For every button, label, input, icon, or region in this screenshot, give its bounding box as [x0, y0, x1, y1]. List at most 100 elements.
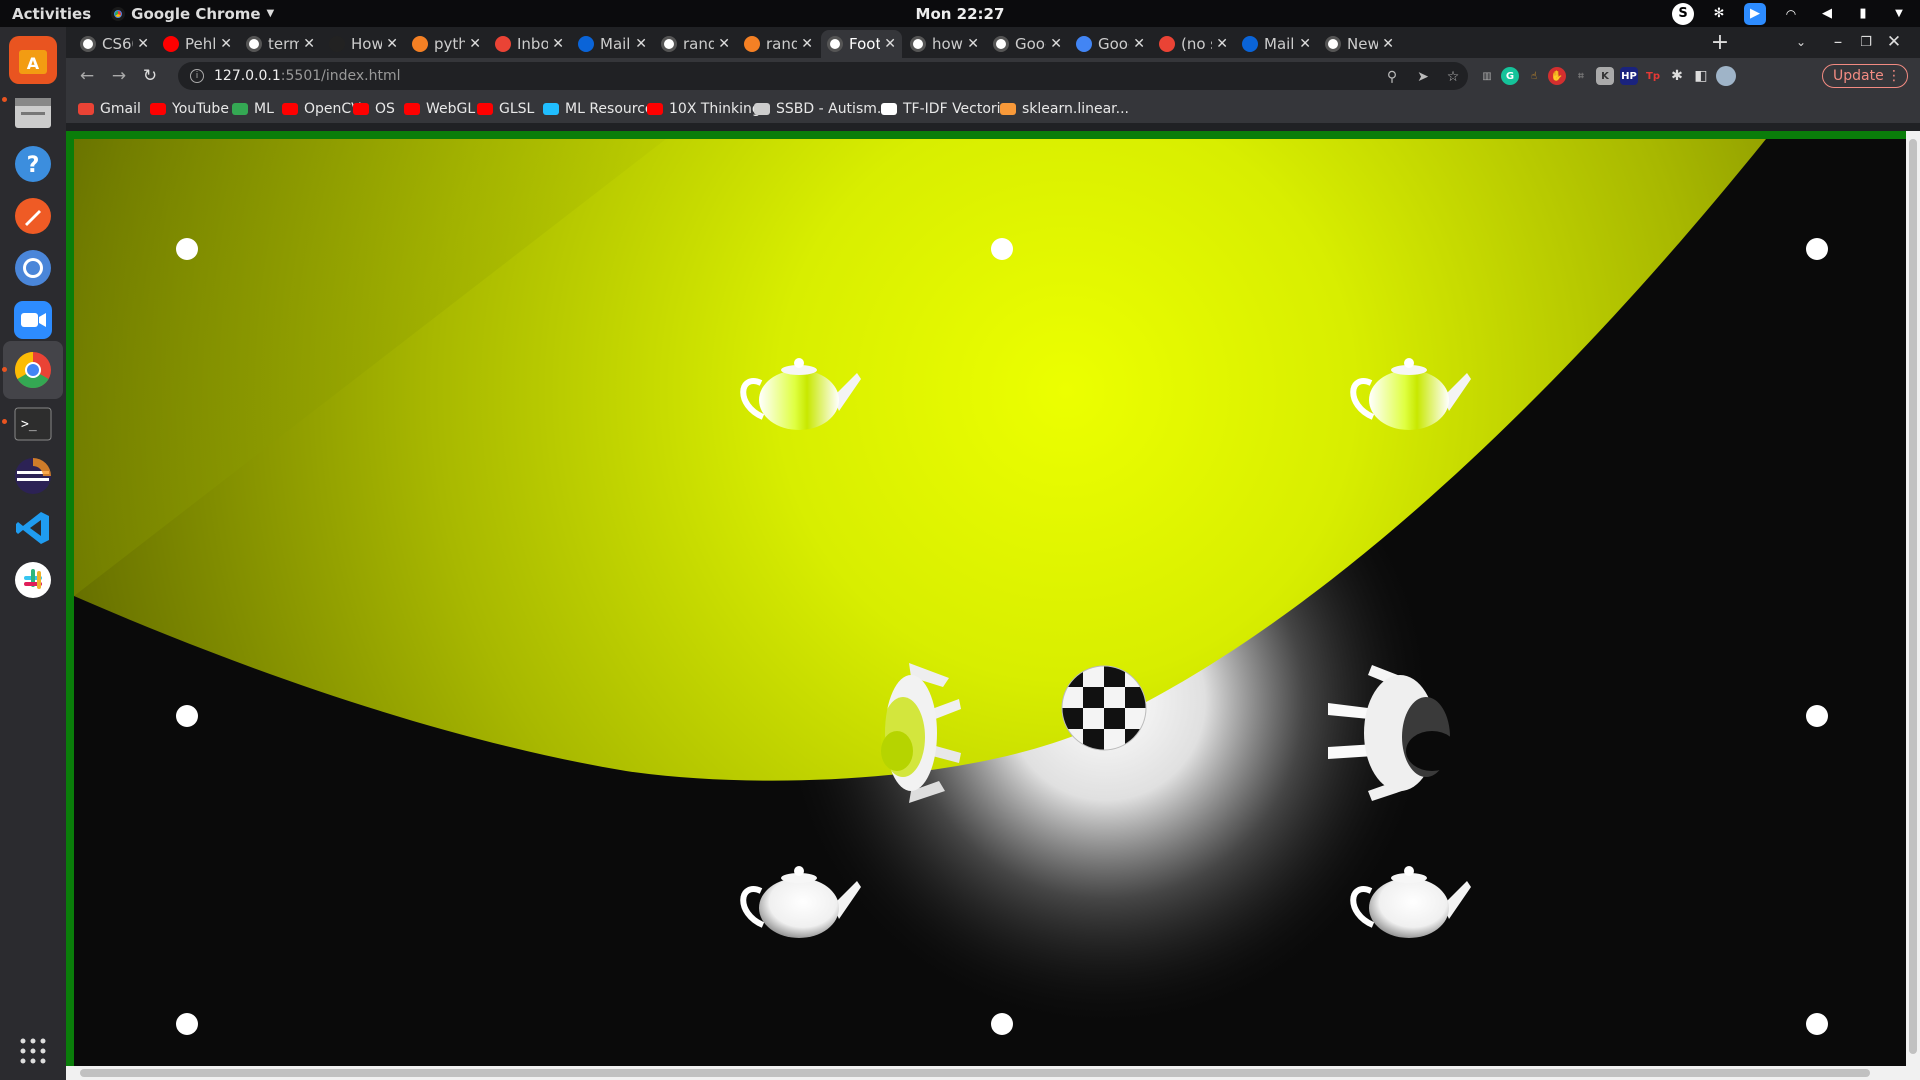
bookmark-8[interactable]: ML Resources	[543, 99, 661, 119]
extension-grey-icon[interactable]: ⌗	[1572, 67, 1590, 85]
tab-5[interactable]: pytho✕	[406, 30, 487, 58]
slack-tray-icon[interactable]: ✻	[1708, 3, 1730, 25]
tab-11[interactable]: how ✕	[904, 30, 985, 58]
tab-3[interactable]: term ✕	[240, 30, 321, 58]
bookmark-4[interactable]: OpenCV	[282, 99, 361, 119]
back-button[interactable]: ←	[76, 65, 98, 87]
close-tab-icon[interactable]: ✕	[967, 36, 979, 52]
battery-icon[interactable]: ▮	[1852, 3, 1874, 25]
close-tab-icon[interactable]: ✕	[137, 36, 149, 52]
app-menu[interactable]: Google Chrome ▼	[111, 5, 274, 23]
horizontal-scrollbar[interactable]	[66, 1066, 1906, 1080]
tab-9[interactable]: rand ✕	[738, 30, 819, 58]
tab-10[interactable]: Footl✕	[821, 30, 902, 58]
extension-k-icon[interactable]: K	[1596, 67, 1614, 85]
close-tab-icon[interactable]: ✕	[718, 36, 730, 52]
tab-6[interactable]: Inbox✕	[489, 30, 570, 58]
forward-button[interactable]: →	[108, 65, 130, 87]
zoom-icon[interactable]: ⚲	[1383, 68, 1401, 86]
bookmark-2[interactable]: YouTube	[150, 99, 229, 119]
update-button[interactable]: Update ⋮	[1822, 64, 1908, 88]
tab-12[interactable]: Goog✕	[987, 30, 1068, 58]
skype-icon[interactable]: S	[1672, 2, 1694, 25]
menu-dots-icon[interactable]: ⋮	[1887, 68, 1901, 84]
extensions-puzzle-icon[interactable]: ✱	[1668, 67, 1686, 85]
close-tab-icon[interactable]: ✕	[1382, 36, 1394, 52]
vertical-scrollbar[interactable]	[1906, 131, 1920, 1080]
close-tab-icon[interactable]: ✕	[1299, 36, 1311, 52]
grammarly-icon[interactable]: G	[1501, 67, 1519, 85]
files-icon[interactable]	[9, 88, 57, 136]
close-tab-icon[interactable]: ✕	[1216, 36, 1228, 52]
close-tab-icon[interactable]: ✕	[884, 36, 896, 52]
tab-16[interactable]: New ✕	[1319, 30, 1400, 58]
terminal-icon[interactable]: >_	[9, 400, 57, 448]
postman-icon[interactable]	[9, 192, 57, 240]
tab-title: Pehli	[185, 35, 217, 53]
chromium-icon[interactable]	[9, 244, 57, 292]
new-tab-button[interactable]: +	[1709, 30, 1731, 55]
zoom-tray-icon[interactable]: ▶	[1744, 2, 1766, 25]
bookmark-10[interactable]: SSBD - Autism...	[754, 99, 890, 119]
close-tab-icon[interactable]: ✕	[552, 36, 564, 52]
extension-hand-icon[interactable]: ☝	[1525, 67, 1543, 85]
volume-icon[interactable]: ◀	[1816, 3, 1838, 25]
zoom-icon[interactable]	[9, 296, 57, 344]
extension-stop-icon[interactable]: ✋	[1548, 67, 1566, 85]
address-bar[interactable]: i 127.0.0.1:5501/index.html ⚲ ➤ ☆	[178, 62, 1468, 90]
bookmark-6[interactable]: WebGL	[404, 99, 475, 119]
vscode-icon[interactable]	[9, 504, 57, 552]
site-info-icon[interactable]: i	[190, 69, 204, 83]
bookmark-11[interactable]: TF-IDF Vectori...	[881, 99, 1014, 119]
close-tab-icon[interactable]: ✕	[635, 36, 647, 52]
vertical-scroll-thumb[interactable]	[1909, 139, 1917, 1054]
tab-1[interactable]: CS60✕	[74, 30, 155, 58]
restore-button[interactable]: ❐	[1855, 31, 1877, 53]
tab-13[interactable]: Goog✕	[1070, 30, 1151, 58]
tab-7[interactable]: Mail -✕	[572, 30, 653, 58]
webgl-canvas[interactable]	[66, 131, 1906, 1066]
clock[interactable]: Mon 22:27	[0, 5, 1920, 23]
extension-hp-icon[interactable]: HP	[1620, 67, 1638, 85]
close-tab-icon[interactable]: ✕	[303, 36, 315, 52]
close-tab-icon[interactable]: ✕	[220, 36, 232, 52]
send-icon[interactable]: ➤	[1414, 68, 1432, 86]
marker-dot	[176, 1013, 198, 1035]
close-tab-icon[interactable]: ✕	[469, 36, 481, 52]
reload-button[interactable]: ↻	[139, 65, 161, 87]
tab-14[interactable]: (no su✕	[1153, 30, 1234, 58]
bookmark-5[interactable]: OS	[353, 99, 395, 119]
bookmark-7[interactable]: GLSL	[477, 99, 534, 119]
bookmark-star-icon[interactable]: ☆	[1444, 68, 1462, 86]
tab-4[interactable]: How ✕	[323, 30, 404, 58]
close-tab-icon[interactable]: ✕	[1050, 36, 1062, 52]
bookmark-3[interactable]: ML	[232, 99, 274, 119]
bookmark-1[interactable]: Gmail	[78, 99, 141, 119]
horizontal-scroll-thumb[interactable]	[80, 1069, 1870, 1077]
slack-icon[interactable]	[9, 556, 57, 604]
close-tab-icon[interactable]: ✕	[801, 36, 813, 52]
extension-tp-icon[interactable]: Tp	[1644, 67, 1662, 85]
help-icon[interactable]: ?	[9, 140, 57, 188]
tab-15[interactable]: Mail -✕	[1236, 30, 1317, 58]
tab-2[interactable]: Pehli✕	[157, 30, 238, 58]
bookmark-12[interactable]: sklearn.linear...	[1000, 99, 1129, 119]
close-window-button[interactable]: ✕	[1883, 31, 1905, 53]
profile-avatar[interactable]	[1716, 66, 1736, 86]
close-tab-icon[interactable]: ✕	[1133, 36, 1145, 52]
extension-chart-icon[interactable]: ▥	[1478, 67, 1496, 85]
tab-8[interactable]: rand ✕	[655, 30, 736, 58]
activities-button[interactable]: Activities	[0, 5, 103, 23]
wifi-icon[interactable]: ◠	[1780, 3, 1802, 25]
close-tab-icon[interactable]: ✕	[386, 36, 398, 52]
ubuntu-software-icon[interactable]: A	[9, 36, 57, 84]
minimize-button[interactable]: –	[1827, 31, 1849, 53]
system-menu-icon[interactable]: ▼	[1888, 3, 1910, 25]
eclipse-icon[interactable]	[9, 452, 57, 500]
tab-search-button[interactable]: ⌄	[1790, 31, 1812, 53]
chrome-icon[interactable]	[3, 341, 63, 399]
url-text[interactable]: 127.0.0.1:5501/index.html	[214, 68, 401, 84]
bookmark-9[interactable]: 10X Thinking	[647, 99, 761, 119]
show-applications-icon[interactable]	[9, 1027, 57, 1075]
side-panel-icon[interactable]: ◧	[1692, 67, 1710, 85]
